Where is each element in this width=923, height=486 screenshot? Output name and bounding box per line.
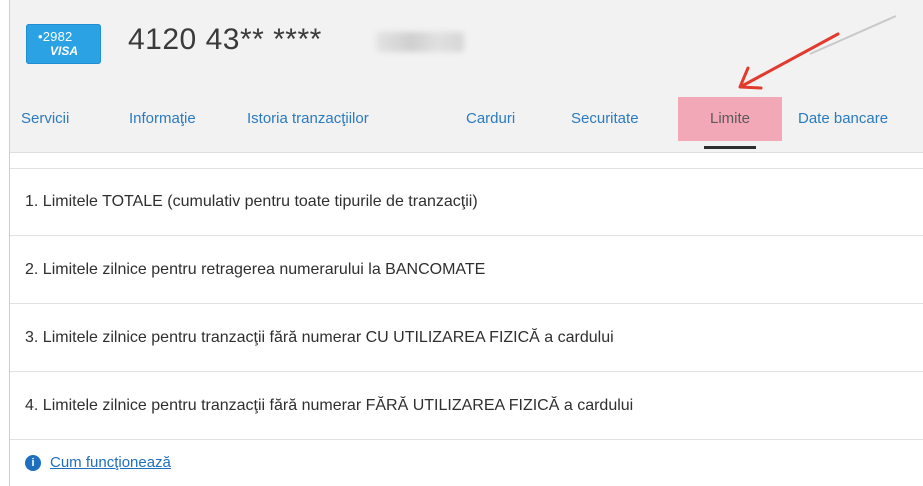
tab-istoria-tranzactiilor[interactable]: Istoria tranzacţiilor [247,97,369,141]
card-number: 4120 43** **** [128,23,322,56]
limit-item-card-present[interactable]: 3. Limitele zilnice pentru tranzacţii fă… [10,304,923,372]
tab-securitate[interactable]: Securitate [571,97,639,141]
card-brand: VISA [50,44,79,58]
list-item-label: 1. Limitele TOTALE (cumulativ pentru toa… [25,193,478,210]
blurred-card-digits [376,32,464,52]
tab-limite[interactable]: Limite [678,97,782,149]
how-it-works-label: Cum funcţionează [50,454,171,471]
tab-limite-label: Limite [709,110,750,127]
how-it-works-link[interactable]: i Cum funcţionează [25,454,171,471]
list-item-label: 4. Limitele zilnice pentru tranzacţii fă… [25,396,634,414]
info-icon: i [25,454,41,471]
limit-item-card-not-present[interactable]: 4. Limitele zilnice pentru tranzacţii fă… [10,372,923,440]
list-item-label: 3. Limitele zilnice pentru tranzacţii fă… [25,328,614,346]
limit-item-total[interactable]: 1. Limitele TOTALE (cumulativ pentru toa… [10,168,923,236]
tab-bar: Servicii Informaţie Istoria tranzacţiilo… [10,97,923,149]
visa-card-icon: •2982 VISA [26,24,101,64]
tab-servicii[interactable]: Servicii [21,97,69,141]
card-header: •2982 VISA 4120 43** **** Servicii Infor… [10,0,923,153]
limit-item-atm[interactable]: 2. Limitele zilnice pentru retragerea nu… [10,236,923,304]
card-last4: •2982 [38,29,73,44]
tab-informatie[interactable]: Informaţie [129,97,196,141]
list-item-label: 2. Limitele zilnice pentru retragerea nu… [25,260,486,278]
tab-carduri[interactable]: Carduri [466,97,515,141]
limits-panel: •2982 VISA 4120 43** **** Servicii Infor… [9,0,923,486]
tab-date-bancare[interactable]: Date bancare [798,97,888,141]
annotation-arrow-icon [738,15,897,90]
active-tab-indicator [704,146,756,149]
limits-list: 1. Limitele TOTALE (cumulativ pentru toa… [10,168,923,440]
